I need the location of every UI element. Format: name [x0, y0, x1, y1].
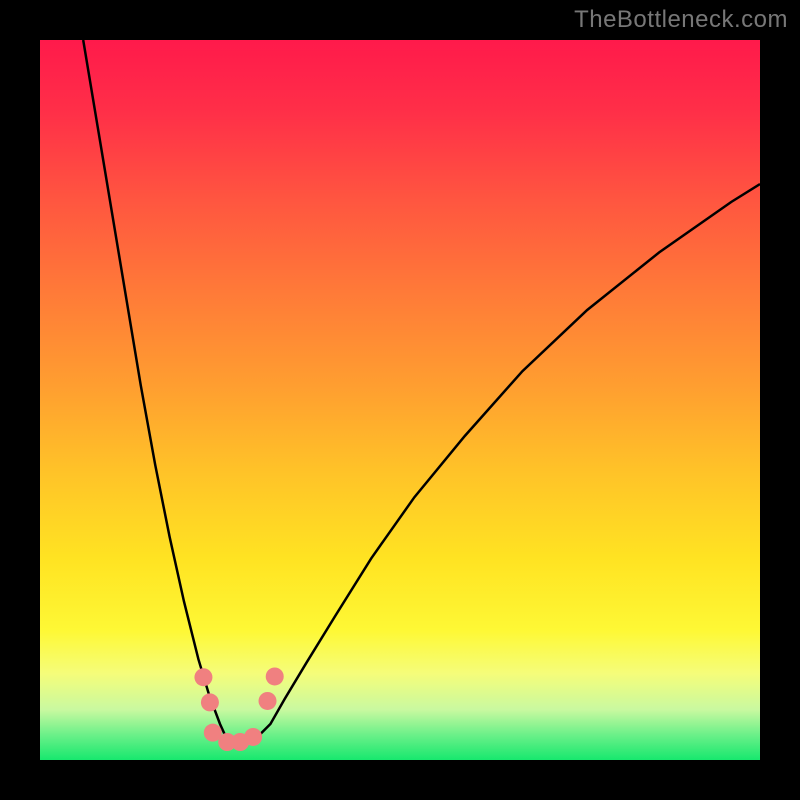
data-marker: [266, 667, 284, 685]
data-marker: [201, 693, 219, 711]
data-marker: [194, 668, 212, 686]
chart-frame: TheBottleneck.com: [0, 0, 800, 800]
gradient-background: [40, 40, 760, 760]
data-marker: [244, 728, 262, 746]
chart-svg: [40, 40, 760, 760]
watermark-text: TheBottleneck.com: [574, 6, 788, 34]
plot-area: [40, 40, 760, 760]
data-marker: [259, 692, 277, 710]
